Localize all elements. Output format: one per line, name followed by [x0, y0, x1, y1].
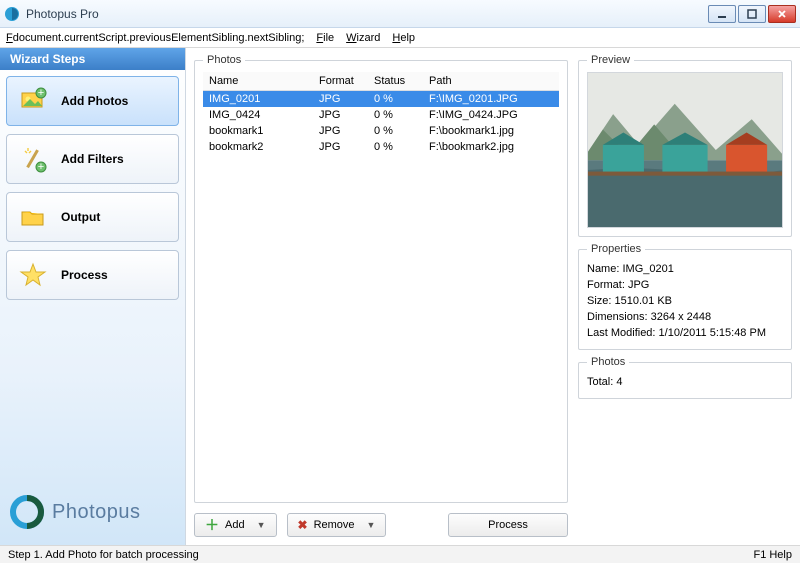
wizard-step-output[interactable]: Output — [6, 192, 179, 242]
cell-path: F:\bookmark1.jpg — [423, 123, 559, 139]
cell-status: 0 % — [368, 123, 423, 139]
x-icon: ✖ — [298, 518, 308, 532]
sidebar-header: Wizard Steps — [0, 48, 185, 70]
wand-icon: + — [19, 145, 47, 173]
folder-icon — [19, 203, 47, 231]
menu-file[interactable]: Fdocument.currentScript.previousElementS… — [6, 32, 304, 44]
col-path[interactable]: Path — [423, 72, 559, 91]
cell-name: IMG_0424 — [203, 107, 313, 123]
sidebar: Wizard Steps + Add Photos + Add Filters … — [0, 48, 186, 545]
process-label: Process — [488, 519, 528, 531]
wizard-step-label: Add Filters — [61, 152, 124, 166]
chevron-down-icon: ▼ — [257, 520, 266, 530]
prop-size: Size: 1510.01 KB — [587, 293, 783, 309]
titlebar: Photopus Pro — [0, 0, 800, 28]
svg-text:+: + — [38, 161, 44, 173]
preview-legend: Preview — [587, 54, 634, 66]
table-row[interactable]: IMG_0201JPG0 %F:\IMG_0201.JPG — [203, 91, 559, 108]
cell-name: bookmark1 — [203, 123, 313, 139]
status-bar: Step 1. Add Photo for batch processing F… — [0, 545, 800, 563]
table-row[interactable]: bookmark1JPG0 %F:\bookmark1.jpg — [203, 123, 559, 139]
preview-image — [587, 72, 783, 228]
cell-name: IMG_0201 — [203, 91, 313, 108]
prop-dimensions: Dimensions: 3264 x 2448 — [587, 309, 783, 325]
brand-logo-icon — [10, 495, 44, 529]
cell-status: 0 % — [368, 139, 423, 155]
wizard-step-process[interactable]: Process — [6, 250, 179, 300]
cell-format: JPG — [313, 139, 368, 155]
status-help: F1 Help — [753, 549, 792, 561]
cell-path: F:\bookmark2.jpg — [423, 139, 559, 155]
minimize-button[interactable] — [708, 5, 736, 23]
wizard-step-add-filters[interactable]: + Add Filters — [6, 134, 179, 184]
cell-name: bookmark2 — [203, 139, 313, 155]
col-name[interactable]: Name — [203, 72, 313, 91]
wizard-step-label: Process — [61, 268, 108, 282]
cell-status: 0 % — [368, 91, 423, 108]
photos-table[interactable]: Name Format Status Path IMG_0201JPG0 %F:… — [203, 72, 559, 155]
table-row[interactable]: IMG_0424JPG0 %F:\IMG_0424.JPG — [203, 107, 559, 123]
properties-panel: Properties Name: IMG_0201 Format: JPG Si… — [578, 243, 792, 350]
prop-format: Format: JPG — [587, 277, 783, 293]
cell-format: JPG — [313, 91, 368, 108]
svg-text:+: + — [38, 87, 44, 99]
chevron-down-icon: ▼ — [367, 520, 376, 530]
photos-panel: Photos Name Format Status Path IMG_0201J… — [194, 54, 568, 503]
table-row[interactable]: bookmark2JPG0 %F:\bookmark2.jpg — [203, 139, 559, 155]
prop-modified: Last Modified: 1/10/2011 5:15:48 PM — [587, 325, 783, 341]
total-count: Total: 4 — [587, 374, 783, 390]
window-title: Photopus Pro — [26, 7, 708, 21]
maximize-button[interactable] — [738, 5, 766, 23]
status-text: Step 1. Add Photo for batch processing — [8, 549, 199, 561]
photos-icon: + — [19, 87, 47, 115]
app-icon — [4, 6, 20, 22]
cell-format: JPG — [313, 123, 368, 139]
add-button[interactable]: ＋ Add ▼ — [194, 513, 277, 537]
plus-icon: ＋ — [205, 515, 219, 535]
remove-button[interactable]: ✖ Remove ▼ — [287, 513, 387, 537]
menu-help[interactable]: Help — [392, 32, 415, 44]
menu-wizard[interactable]: Wizard — [346, 32, 380, 44]
remove-label: Remove — [314, 519, 355, 531]
wizard-step-add-photos[interactable]: + Add Photos — [6, 76, 179, 126]
wizard-step-label: Output — [61, 210, 100, 224]
menu-file[interactable]: File — [316, 32, 334, 44]
cell-path: F:\IMG_0424.JPG — [423, 107, 559, 123]
prop-name: Name: IMG_0201 — [587, 261, 783, 277]
cell-path: F:\IMG_0201.JPG — [423, 91, 559, 108]
process-button[interactable]: Process — [448, 513, 568, 537]
properties-legend: Properties — [587, 243, 645, 255]
close-button[interactable] — [768, 5, 796, 23]
totals-legend: Photos — [587, 356, 629, 368]
add-label: Add — [225, 519, 245, 531]
cell-status: 0 % — [368, 107, 423, 123]
brand-text: Photopus — [52, 501, 141, 524]
wizard-step-label: Add Photos — [61, 94, 128, 108]
totals-panel: Photos Total: 4 — [578, 356, 792, 399]
photos-legend: Photos — [203, 54, 245, 66]
photos-toolbar: ＋ Add ▼ ✖ Remove ▼ Process — [194, 513, 568, 537]
brand: Photopus — [0, 483, 185, 545]
menu-bar: Fdocument.currentScript.previousElementS… — [0, 28, 800, 48]
star-icon — [19, 261, 47, 289]
cell-format: JPG — [313, 107, 368, 123]
col-status[interactable]: Status — [368, 72, 423, 91]
col-format[interactable]: Format — [313, 72, 368, 91]
preview-panel: Preview — [578, 54, 792, 237]
